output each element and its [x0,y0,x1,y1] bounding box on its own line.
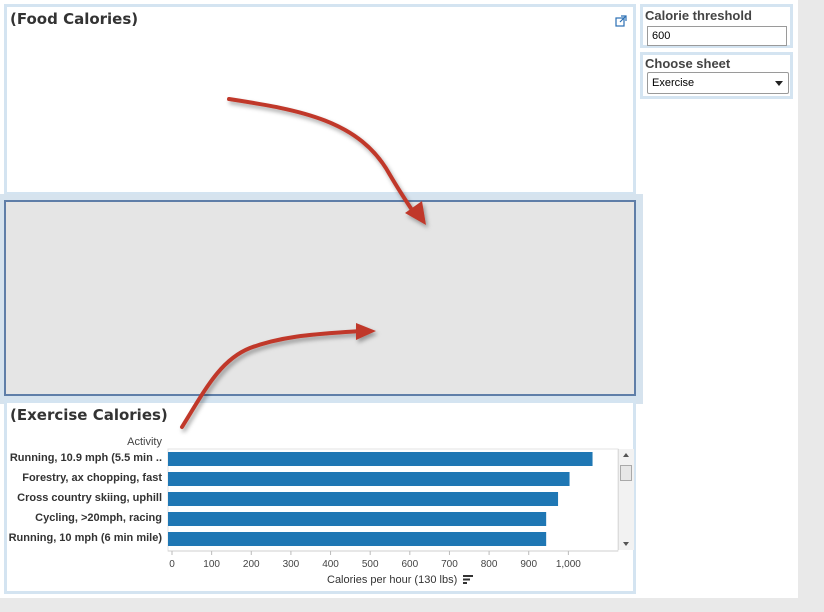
choose-sheet-label: Choose sheet [645,56,731,71]
x-tick-label-10: 1,000 [555,559,581,570]
scroll-up-icon[interactable] [623,453,629,457]
scroll-thumb[interactable] [620,465,632,481]
x-tick-label-1: 100 [203,559,220,570]
x-tick-label-8: 800 [480,559,498,570]
row-label-3[interactable]: Cycling, >20mph, racing [4,512,162,524]
x-tick-label-2: 200 [242,559,260,570]
chevron-down-icon [775,81,783,86]
x-tick-label-5: 500 [361,559,379,570]
scroll-down-icon[interactable] [623,542,629,546]
x-tick-label-4: 400 [322,559,339,570]
food-calories-panel: (Food Calories) [4,4,636,195]
x-tick-label-6: 600 [401,559,419,570]
row-label-0[interactable]: Running, 10.9 mph (5.5 min .. [4,452,162,464]
exercise-calories-title: (Exercise Calories) [10,406,168,424]
calorie-threshold-input[interactable]: 600 [647,26,787,46]
calorie-threshold-label: Calorie threshold [645,8,752,23]
calorie-threshold-control: Calorie threshold 600 [640,4,793,48]
sort-icon[interactable] [463,575,473,584]
row-label-1[interactable]: Forestry, ax chopping, fast [4,472,162,484]
choose-sheet-control: Choose sheet Exercise [640,52,793,99]
row-label-4[interactable]: Running, 10 mph (6 min mile) [4,532,162,544]
sheet-drop-zone[interactable] [4,200,636,396]
choose-sheet-value: Exercise [652,77,695,89]
external-link-icon[interactable] [615,15,627,27]
x-tick-label-7: 700 [441,559,458,570]
dashboard-gutter-bottom [0,598,824,612]
choose-sheet-select[interactable]: Exercise [647,72,789,94]
row-label-2[interactable]: Cross country skiing, uphill [4,492,162,504]
dashboard-gutter-right [798,0,824,612]
x-tick-label-9: 900 [520,559,538,570]
x-tick-label-3: 300 [282,559,300,570]
activity-column-header: Activity [127,436,162,448]
x-tick-label-0: 0 [169,559,175,570]
food-calories-title: (Food Calories) [10,10,139,28]
x-axis-title: Calories per hour (130 lbs) [327,574,458,586]
vertical-scrollbar[interactable] [618,449,634,550]
